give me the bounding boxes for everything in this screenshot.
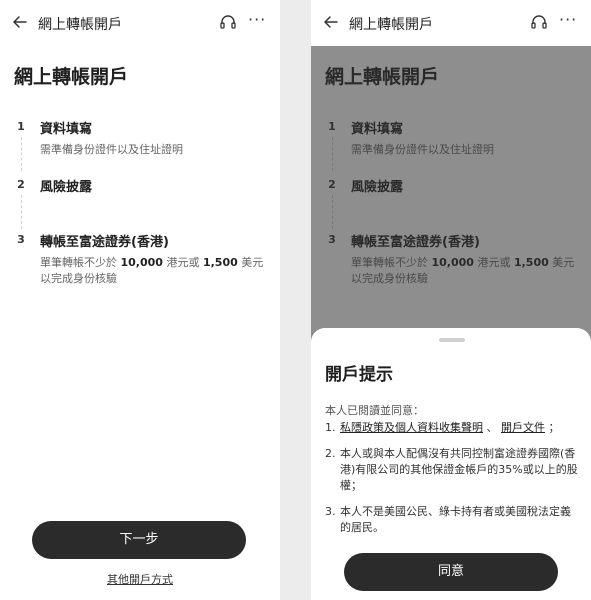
sheet-drag-handle[interactable]: [439, 338, 465, 342]
step-number: 2: [17, 178, 25, 191]
step-connector: [21, 195, 22, 229]
top-nav-bar: 網上轉帳開戶 ···: [311, 0, 591, 46]
account-documents-link[interactable]: 開戶文件: [501, 421, 545, 434]
terms-list-item: 3. 本人不是美國公民、綠卡持有者或美國稅法定義的居民。: [325, 505, 571, 534]
more-options-icon[interactable]: ···: [248, 10, 266, 29]
headset-icon[interactable]: [529, 12, 549, 32]
nav-title: 網上轉帳開戶: [38, 17, 122, 33]
terms-list-item: 2. 本人或與本人配偶沒有共同控制富途證券國際(香港)有限公司的其他保證金帳戶的3…: [325, 447, 578, 492]
step-connector: [21, 137, 22, 171]
step-title: 資料填寫: [40, 122, 93, 137]
step-number: 1: [17, 120, 25, 133]
terms-list-item: 1. 私隱政策及個人資料收集聲明 、 開戶文件 ；: [325, 421, 560, 434]
sheet-title: 開戶提示: [325, 365, 393, 385]
step-description: 單筆轉帳不少於 10,000 港元或 1,500 美元以完成身份核驗: [40, 256, 264, 285]
sheet-intro: 本人已閱讀並同意：: [325, 404, 424, 417]
back-arrow-icon[interactable]: [321, 12, 341, 32]
other-methods-link[interactable]: 其他開戶方式: [0, 571, 280, 587]
account-opening-screen: 網上轉帳開戶 ··· 網上轉帳開戶 1 資料填寫 需準備身份證件以及住址證明 2…: [0, 0, 280, 600]
nav-title: 網上轉帳開戶: [349, 17, 433, 33]
terms-list: 1. 私隱政策及個人資料收集聲明 、 開戶文件 ； 2. 本人或與本人配偶沒有共同控…: [325, 420, 581, 546]
step-title: 轉帳至富途證券(香港): [40, 235, 169, 250]
account-opening-screen-with-sheet: 網上轉帳開戶 ··· 網上轉帳開戶 1 資料填寫 需準備身份證件以及住址證明 2…: [311, 0, 591, 600]
step-description: 需準備身份證件以及住址證明: [40, 143, 183, 156]
privacy-policy-link[interactable]: 私隱政策及個人資料收集聲明: [340, 421, 483, 434]
back-arrow-icon[interactable]: [10, 12, 30, 32]
account-terms-bottom-sheet: 開戶提示 本人已閱讀並同意： 1. 私隱政策及個人資料收集聲明 、 開戶文件 ； …: [311, 328, 591, 600]
top-nav-bar: 網上轉帳開戶 ···: [0, 0, 280, 46]
step-number: 3: [17, 233, 25, 246]
headset-icon[interactable]: [218, 12, 238, 32]
next-step-button[interactable]: 下一步: [32, 521, 246, 559]
agree-button[interactable]: 同意: [344, 553, 558, 591]
more-options-icon[interactable]: ···: [559, 10, 577, 29]
step-title: 風險披露: [40, 180, 93, 195]
page-title: 網上轉帳開戶: [14, 66, 129, 88]
